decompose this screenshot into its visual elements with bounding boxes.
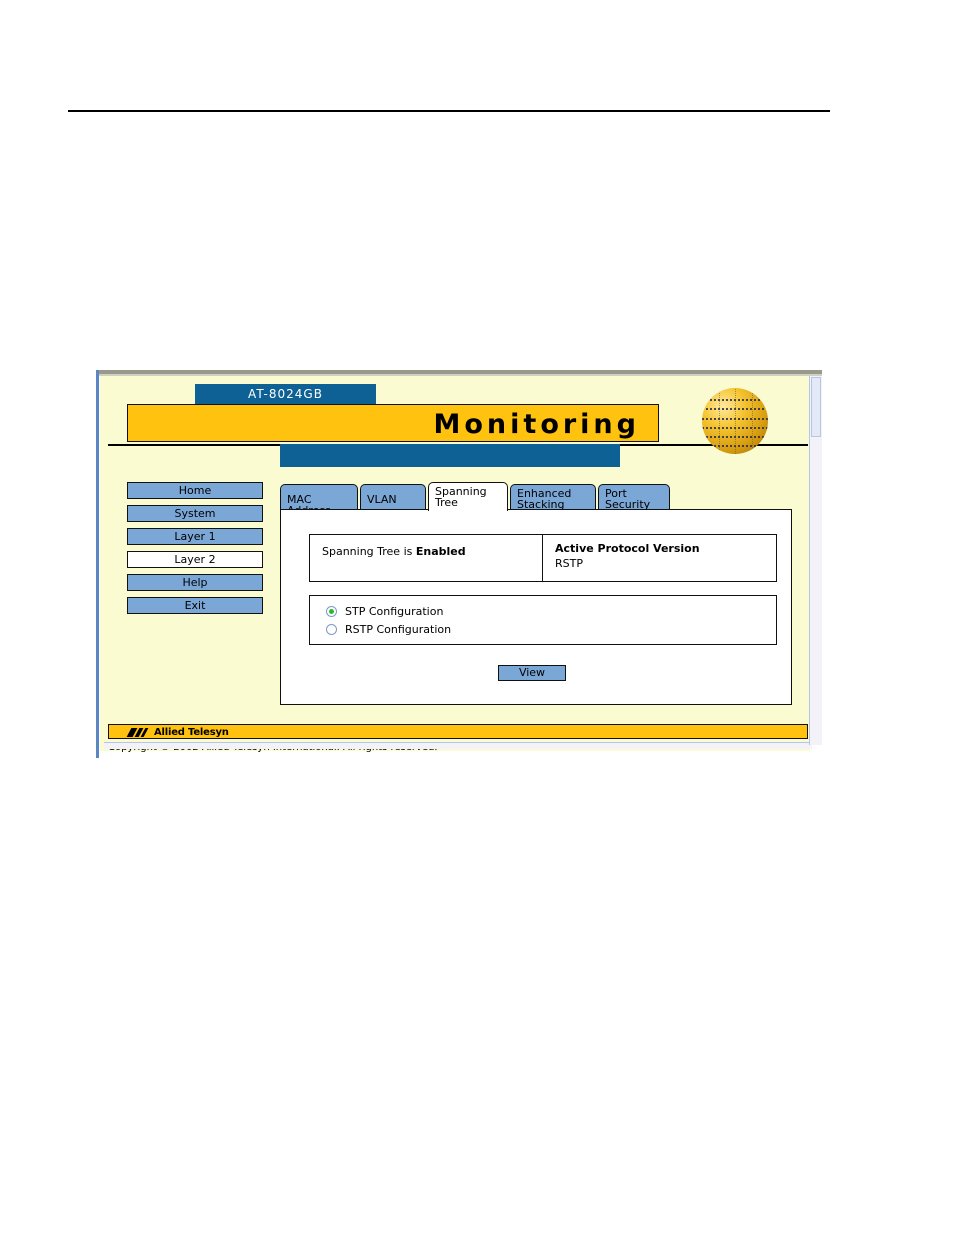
tab-port-security[interactable]: Port Security xyxy=(598,484,670,510)
page-title: Monitoring xyxy=(433,409,640,440)
sidebar-item-layer2[interactable]: Layer 2 xyxy=(127,551,263,568)
device-name-tab[interactable]: AT-8024GB xyxy=(195,384,376,405)
sidebar-item-layer1[interactable]: Layer 1 xyxy=(127,528,263,545)
spanning-tree-status-prefix: Spanning Tree is xyxy=(322,545,416,558)
radio-option-stp[interactable]: STP Configuration xyxy=(326,605,776,618)
radio-stp-indicator[interactable] xyxy=(326,606,337,617)
allied-telesyn-logo: Allied Telesyn xyxy=(126,726,229,739)
page-title-bar: Monitoring xyxy=(127,404,659,442)
window-left-edge xyxy=(96,370,99,758)
view-button[interactable]: View xyxy=(498,665,566,681)
spanning-tree-status-value: Enabled xyxy=(415,545,466,558)
sidebar-item-home[interactable]: Home xyxy=(127,482,263,499)
tab-spanning-tree-line2: Tree xyxy=(435,496,458,509)
configuration-radio-group: STP Configuration RSTP Configuration xyxy=(309,595,777,645)
vertical-scrollbar-thumb[interactable] xyxy=(811,377,821,437)
browser-screenshot: AT-8024GB Monitoring Home System Layer 1… xyxy=(96,370,822,758)
spanning-tree-info-box: Spanning Tree is Enabled Active Protocol… xyxy=(309,534,777,582)
active-protocol-value: RSTP xyxy=(555,557,583,570)
spanning-tree-status-cell: Spanning Tree is Enabled xyxy=(310,535,543,581)
chevron-logo-icon xyxy=(126,728,151,737)
radio-rstp-indicator[interactable] xyxy=(326,624,337,635)
tab-vlan[interactable]: VLAN xyxy=(360,484,426,510)
brand-name: Allied Telesyn xyxy=(154,727,229,738)
radio-stp-label: STP Configuration xyxy=(345,605,444,618)
tab-mac-address[interactable]: MAC Address xyxy=(280,484,358,516)
active-protocol-cell: Active Protocol Version RSTP xyxy=(543,535,776,581)
sidebar-item-help[interactable]: Help xyxy=(127,574,263,591)
tab-strip: MAC Address VLAN Spanning Tree Enhanced … xyxy=(280,482,792,516)
globe-icon xyxy=(702,388,768,454)
vertical-scrollbar[interactable] xyxy=(809,376,822,745)
sidebar-item-system[interactable]: System xyxy=(127,505,263,522)
header-accent-bar xyxy=(280,444,620,467)
tab-spanning-tree[interactable]: Spanning Tree xyxy=(428,482,508,511)
radio-rstp-label: RSTP Configuration xyxy=(345,623,452,636)
sidebar-item-exit[interactable]: Exit xyxy=(127,597,263,614)
footer-brand-bar: Allied Telesyn xyxy=(108,724,808,739)
tab-content-panel: Spanning Tree is Enabled Active Protocol… xyxy=(280,509,792,705)
sidebar-nav: Home System Layer 1 Layer 2 Help Exit xyxy=(127,482,263,620)
radio-option-rstp[interactable]: RSTP Configuration xyxy=(326,623,776,636)
active-protocol-heading: Active Protocol Version xyxy=(555,542,700,555)
web-page-body: AT-8024GB Monitoring Home System Layer 1… xyxy=(100,376,812,753)
tab-enhanced-stacking[interactable]: Enhanced Stacking xyxy=(510,484,596,510)
horizontal-scrollbar[interactable] xyxy=(104,742,812,749)
document-header-rule xyxy=(68,110,830,112)
